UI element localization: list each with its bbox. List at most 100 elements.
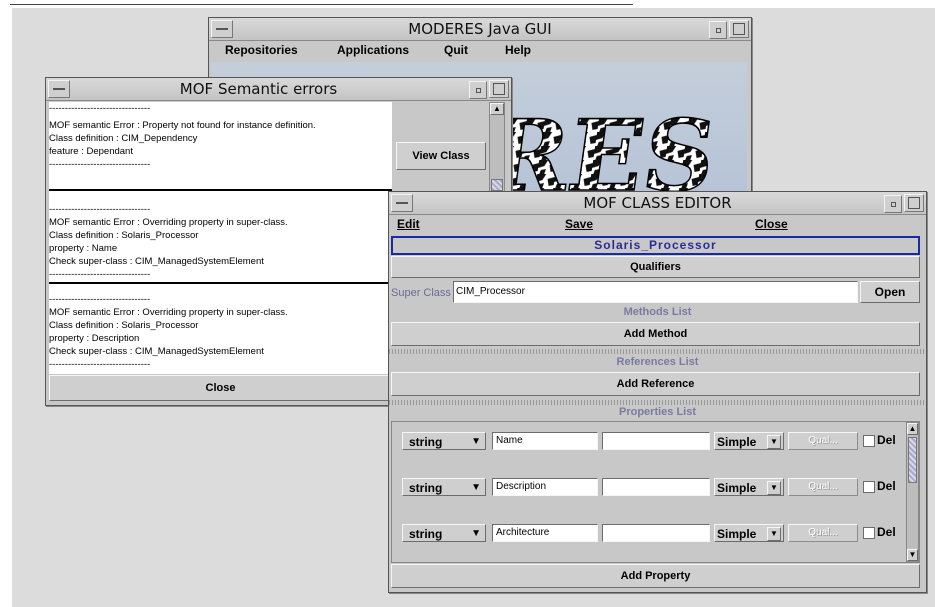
kind-value: Simple: [717, 527, 757, 541]
qual-button[interactable]: Qual...: [788, 524, 858, 542]
minimize-button[interactable]: [884, 195, 902, 213]
properties-panel: string ▼ Name Simple ▼ Qual... Del string ▼…: [391, 421, 920, 563]
add-reference-button[interactable]: Add Reference: [391, 372, 920, 396]
references-list-label: References List: [616, 356, 699, 368]
chevron-down-icon: ▼: [471, 528, 481, 539]
error-detail: property : Name: [49, 243, 118, 254]
view-class-button[interactable]: View Class: [396, 142, 486, 170]
view-class-label: View Class: [412, 150, 470, 162]
separator-line: --------------------------------: [49, 294, 151, 305]
menu-edit[interactable]: Edit: [397, 217, 420, 231]
editor-window-title: MOF CLASS EDITOR: [583, 194, 732, 212]
qual-button[interactable]: Qual...: [788, 432, 858, 450]
error-detail: Class definition : Solaris_Processor: [49, 320, 199, 331]
del-label: Del: [877, 479, 896, 493]
add-property-button[interactable]: Add Property: [391, 564, 920, 588]
add-method-label: Add Method: [623, 328, 688, 340]
chevron-down-icon: ▼: [767, 527, 781, 541]
type-dropdown[interactable]: string ▼: [402, 432, 486, 450]
properties-list-label: Properties List: [618, 406, 697, 418]
property-row: string ▼ Architecture Simple ▼ Qual... Del: [392, 524, 902, 544]
del-label: Del: [877, 525, 896, 539]
separator-line: --------------------------------: [49, 359, 151, 370]
qual-label: Qual...: [808, 527, 838, 538]
error-detail: property : Description: [49, 333, 140, 344]
add-reference-label: Add Reference: [616, 378, 695, 390]
main-window-title: MODERES Java GUI: [408, 20, 552, 38]
type-value: string: [409, 481, 443, 495]
main-titlebar[interactable]: MODERES Java GUI: [209, 18, 751, 41]
property-name-field[interactable]: Description: [492, 478, 598, 496]
property-name-field[interactable]: Name: [492, 432, 598, 450]
scroll-down-arrow-icon[interactable]: ▼: [907, 549, 918, 561]
menu-quit[interactable]: Quit: [444, 43, 468, 57]
minimize-button[interactable]: [469, 81, 487, 99]
properties-scrollbar[interactable]: ▲ ▼: [906, 422, 919, 562]
class-editor-window: MOF CLASS EDITOR Edit Save Close Solaris…: [388, 191, 927, 593]
scroll-thumb[interactable]: [491, 179, 503, 191]
scroll-up-arrow-icon[interactable]: ▲: [490, 103, 504, 115]
methods-list-label: Methods List: [623, 306, 692, 318]
class-name: Solaris_Processor: [594, 238, 717, 252]
error-detail: Check super-class : CIM_ManagedSystemEle…: [49, 256, 264, 267]
error-detail: feature : Dependant: [49, 146, 133, 157]
property-value-field[interactable]: [602, 478, 710, 496]
type-dropdown[interactable]: string ▼: [402, 524, 486, 542]
del-checkbox[interactable]: [863, 435, 875, 447]
kind-dropdown[interactable]: Simple ▼: [714, 432, 784, 450]
error-message: MOF semantic Error : Overriding property…: [49, 217, 288, 228]
menu-help[interactable]: Help: [505, 43, 531, 57]
open-label: Open: [874, 285, 906, 299]
close-label: Close: [205, 382, 236, 394]
super-class-label: Super Class: [391, 287, 451, 299]
kind-value: Simple: [717, 435, 757, 449]
error-detail: Class definition : Solaris_Processor: [49, 230, 199, 241]
editor-titlebar[interactable]: MOF CLASS EDITOR: [389, 192, 926, 215]
property-name: Description: [496, 481, 547, 492]
menu-repositories[interactable]: Repositories: [225, 43, 298, 57]
qualifiers-button[interactable]: Qualifiers: [391, 256, 920, 278]
scroll-thumb[interactable]: [908, 437, 917, 483]
maximize-button[interactable]: [489, 80, 509, 98]
scroll-up-arrow-icon[interactable]: ▲: [907, 423, 918, 435]
open-button[interactable]: Open: [860, 281, 920, 303]
errors-close-button[interactable]: Close: [49, 375, 392, 401]
del-checkbox[interactable]: [863, 527, 875, 539]
property-value-field[interactable]: [602, 524, 710, 542]
errors-window-title: MOF Semantic errors: [179, 80, 338, 98]
del-checkbox[interactable]: [863, 481, 875, 493]
divider: [389, 349, 926, 354]
add-method-button[interactable]: Add Method: [391, 322, 920, 346]
main-menubar: Repositories Applications Quit Help: [209, 42, 751, 60]
property-row: string ▼ Description Simple ▼ Qual... Del: [392, 478, 902, 498]
error-message: MOF semantic Error : Property not found …: [49, 120, 316, 131]
desktop: MODERES Java GUI Repositories Applicatio…: [0, 0, 935, 607]
error-entry[interactable]: -------------------------------- MOF sem…: [49, 102, 392, 191]
editor-menubar: Edit Save Close: [389, 217, 926, 235]
errors-titlebar[interactable]: MOF Semantic errors: [46, 78, 511, 101]
super-class-field[interactable]: CIM_Processor: [453, 281, 858, 303]
error-entry[interactable]: -------------------------------- MOF sem…: [49, 194, 392, 284]
divider: [389, 400, 926, 405]
error-entry[interactable]: -------------------------------- MOF sem…: [49, 287, 392, 374]
separator-line: --------------------------------: [49, 159, 151, 170]
chevron-down-icon: ▼: [767, 435, 781, 449]
type-dropdown[interactable]: string ▼: [402, 478, 486, 496]
maximize-button[interactable]: [904, 194, 924, 212]
menu-applications[interactable]: Applications: [337, 43, 409, 57]
menu-close[interactable]: Close: [755, 217, 788, 231]
qual-button[interactable]: Qual...: [788, 478, 858, 496]
super-class-value: CIM_Processor: [456, 286, 525, 297]
type-value: string: [409, 527, 443, 541]
error-detail: Check super-class : CIM_ManagedSystemEle…: [49, 346, 264, 357]
chevron-down-icon: ▼: [767, 481, 781, 495]
maximize-button[interactable]: [729, 20, 749, 38]
kind-dropdown[interactable]: Simple ▼: [714, 524, 784, 542]
errors-scrollbar[interactable]: ▲: [489, 102, 505, 192]
kind-dropdown[interactable]: Simple ▼: [714, 478, 784, 496]
menu-save[interactable]: Save: [565, 217, 593, 231]
property-value-field[interactable]: [602, 432, 710, 450]
property-name-field[interactable]: Architecture: [492, 524, 598, 542]
chevron-down-icon: ▼: [471, 436, 481, 447]
minimize-button[interactable]: [709, 21, 727, 39]
